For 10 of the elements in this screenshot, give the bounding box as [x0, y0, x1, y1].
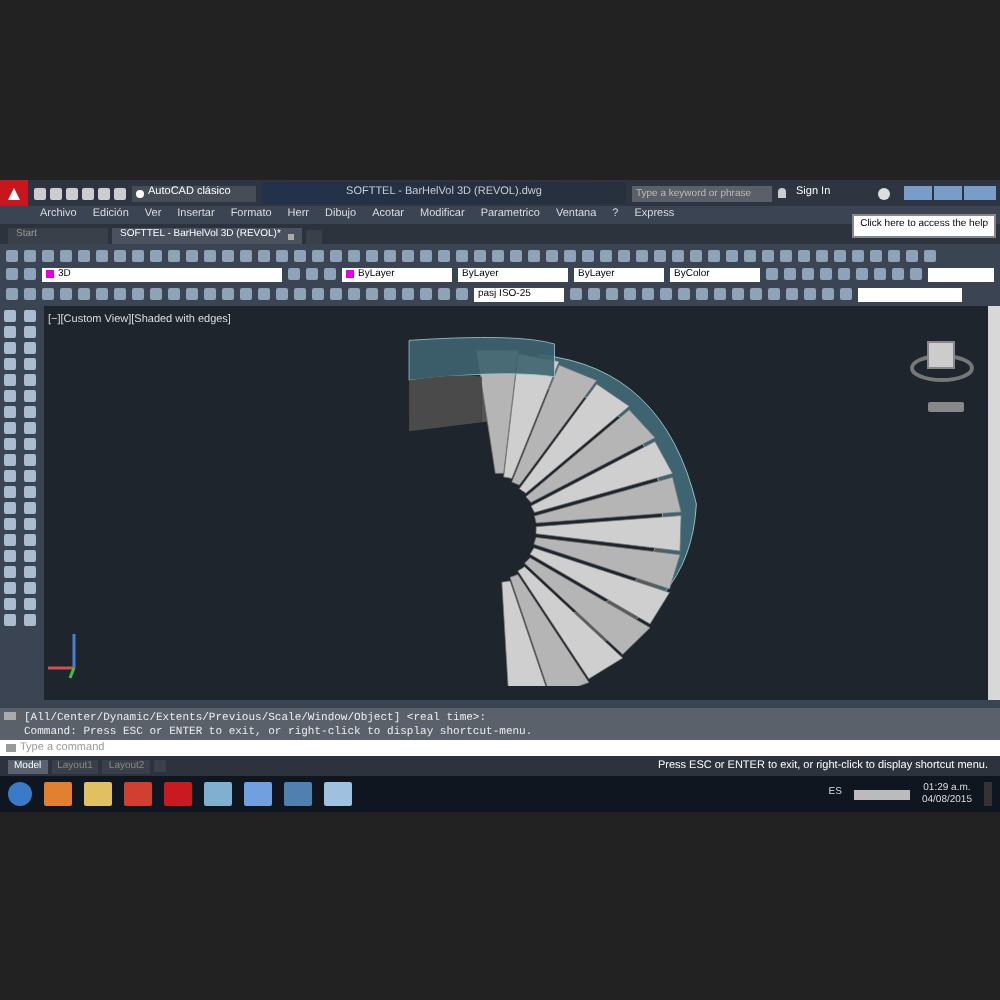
command-icon — [6, 744, 16, 752]
dropdown[interactable] — [858, 287, 962, 301]
user-icon — [778, 188, 786, 198]
help-icon[interactable] — [878, 187, 890, 199]
app-logo-icon[interactable] — [0, 180, 28, 206]
color-swatch-icon — [346, 270, 354, 278]
color-swatch-icon — [46, 270, 54, 278]
dropdown[interactable] — [928, 267, 994, 281]
start-button[interactable] — [8, 782, 32, 806]
ucs-axes-icon — [46, 628, 78, 680]
